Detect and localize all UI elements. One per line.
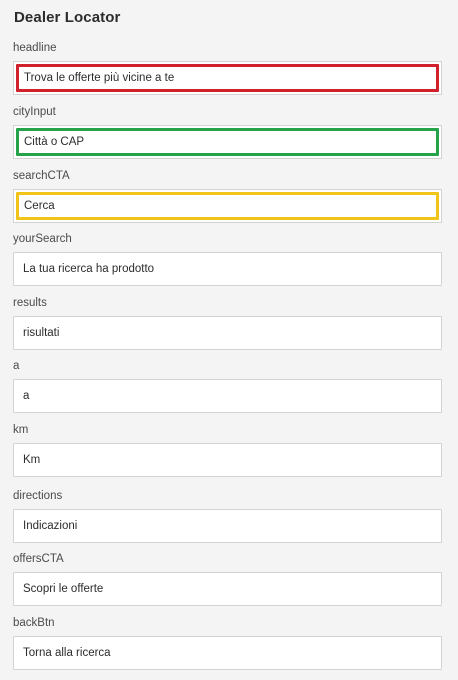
field-directions: directions	[13, 489, 442, 543]
back-btn-input[interactable]	[13, 636, 442, 670]
search-cta-input[interactable]	[16, 192, 439, 220]
field-results: results	[13, 296, 442, 350]
field-offerscta: offersCTA	[13, 552, 442, 606]
field-label-yoursearch: yourSearch	[13, 233, 72, 245]
results-input[interactable]	[13, 316, 442, 350]
field-label-a: a	[13, 360, 20, 372]
field-searchcta: searchCTA	[13, 169, 442, 223]
city-input-field[interactable]	[16, 128, 439, 156]
field-label-searchcta: searchCTA	[13, 170, 70, 182]
panel-title: Dealer Locator	[14, 9, 121, 26]
field-a: a	[13, 359, 442, 413]
field-label-directions: directions	[13, 490, 63, 502]
your-search-input[interactable]	[13, 252, 442, 286]
headline-input[interactable]	[16, 64, 439, 92]
highlight-frame-searchcta	[13, 189, 442, 223]
field-label-km: km	[13, 424, 29, 436]
a-input[interactable]	[13, 379, 442, 413]
field-label-offerscta: offersCTA	[13, 553, 64, 565]
field-label-headline: headline	[13, 42, 57, 54]
highlight-frame-cityinput	[13, 125, 442, 159]
field-label-results: results	[13, 297, 47, 309]
directions-input[interactable]	[13, 509, 442, 543]
field-km: km	[13, 423, 442, 477]
field-cityinput: cityInput	[13, 105, 442, 159]
field-label-cityinput: cityInput	[13, 106, 56, 118]
field-label-backbtn: backBtn	[13, 617, 55, 629]
km-input[interactable]	[13, 443, 442, 477]
field-backbtn: backBtn	[13, 616, 442, 670]
highlight-frame-headline	[13, 61, 442, 95]
offers-cta-input[interactable]	[13, 572, 442, 606]
dealer-locator-panel: Dealer Locator headline cityInput search…	[0, 0, 458, 680]
field-headline: headline	[13, 41, 442, 95]
field-yoursearch: yourSearch	[13, 232, 442, 286]
